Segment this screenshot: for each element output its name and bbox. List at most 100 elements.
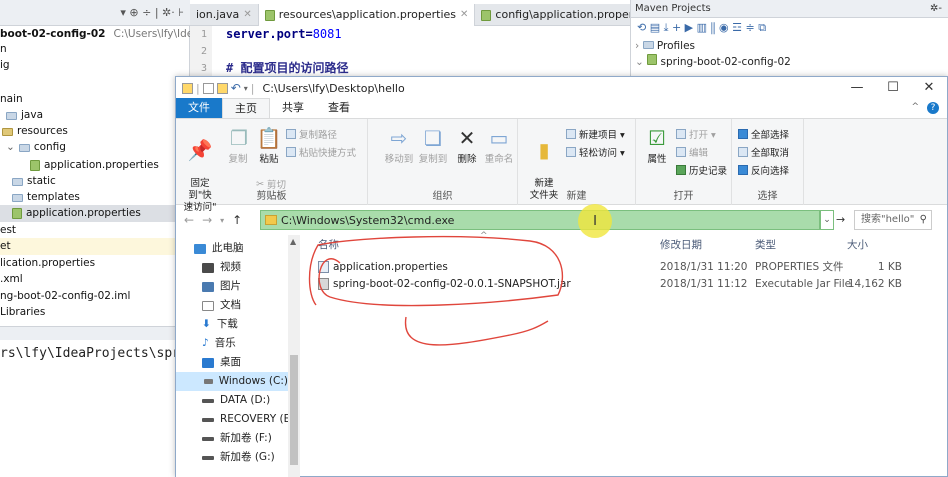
tree-item[interactable]: ⌄ config	[6, 139, 66, 156]
terminal-output[interactable]: rs\lfy\IdeaProjects\sprin	[0, 340, 175, 477]
folder-icon	[6, 111, 17, 120]
help-icon[interactable]: ?	[927, 102, 939, 114]
minimize-button[interactable]: —	[839, 77, 875, 99]
edit-button[interactable]: 编辑	[676, 145, 708, 159]
tree-item[interactable]: application.properties	[30, 157, 159, 174]
nav-item-volume-g[interactable]: 新加卷 (G:)	[202, 448, 275, 467]
nav-item-pictures[interactable]: 图片	[202, 277, 241, 296]
ribbon-collapse-icon[interactable]: ^	[911, 102, 919, 112]
nav-item-music[interactable]: ♪ 音乐	[202, 334, 236, 353]
tree-item-selected[interactable]: application.properties	[0, 205, 190, 222]
address-bar[interactable]: C:\Windows\System32\cmd.exe	[260, 210, 820, 230]
back-arrow-icon[interactable]: ←	[184, 213, 194, 227]
tree-item[interactable]: et	[0, 238, 190, 255]
copy-path-button[interactable]: 复制路径	[286, 127, 337, 141]
scroll-thumb[interactable]	[290, 355, 298, 465]
tree-item[interactable]: java	[6, 107, 43, 124]
invert-selection-button[interactable]: 反向选择	[738, 163, 789, 177]
tree-item[interactable]: ig	[0, 57, 10, 74]
paste-button[interactable]: 📋 粘贴	[256, 125, 282, 166]
properties-icon[interactable]	[202, 82, 214, 94]
maven-profiles[interactable]: › Profiles	[631, 38, 948, 54]
copy-button[interactable]: ❐ 复制	[226, 125, 250, 166]
column-header-type[interactable]: 类型	[755, 235, 776, 255]
scroll-up-icon[interactable]: ▲	[290, 237, 296, 246]
nav-item-windows-c[interactable]: Windows (C:)	[176, 372, 288, 391]
nav-item-videos[interactable]: 视频	[202, 258, 241, 277]
paste-shortcut-button[interactable]: 粘贴快捷方式	[286, 145, 356, 159]
undo-icon[interactable]: ↶	[231, 81, 241, 95]
tab-file[interactable]: 文件	[176, 98, 222, 118]
select-all-button[interactable]: 全部选择	[738, 127, 789, 141]
tree-item[interactable]: n	[0, 41, 7, 58]
tree-item[interactable]: nain	[0, 91, 23, 108]
properties-button[interactable]: ☑ 属性	[644, 125, 670, 166]
recent-chevron-icon[interactable]: ▾	[220, 216, 224, 225]
nav-item-this-pc[interactable]: 此电脑	[194, 239, 244, 258]
title-bar[interactable]: | ↶ ▾ | C:\Users\lfy\Desktop\hello — ☐ ✕	[176, 77, 947, 99]
up-arrow-icon[interactable]: ↑	[232, 213, 242, 227]
drive-icon	[202, 436, 214, 441]
column-header-size[interactable]: 大小	[847, 235, 868, 255]
chevron-down-icon[interactable]: ▾	[244, 84, 248, 93]
close-icon[interactable]: ✕	[460, 4, 468, 26]
rename-icon: ▭	[489, 126, 509, 150]
group-label: 剪贴板	[256, 191, 287, 202]
select-group: 全部选择 全部取消 反向选择 选择	[732, 119, 804, 205]
editor-tabs: ion.java ✕ resources\application.properti…	[190, 4, 702, 26]
ribbon: 📌 固定到"快 速访问" ❐ 复制 📋 粘贴 复制路径 粘贴快捷方式 ✂ 剪切 剪…	[176, 119, 947, 213]
tree-item[interactable]: est	[0, 222, 16, 239]
open-button[interactable]: 打开 ▾	[676, 127, 716, 141]
nav-item-data-d[interactable]: DATA (D:)	[202, 391, 270, 410]
maven-toolbar[interactable]: ⟲ ▤ ⤓ + ▶ ▥ ⫼ ◉ ☲ ≑ ⧉	[631, 18, 948, 38]
tree-item[interactable]: lication.properties	[0, 255, 95, 272]
history-button[interactable]: 历史记录	[676, 163, 727, 177]
copy-to-button[interactable]: ❏ 复制到	[416, 125, 450, 166]
nav-item-desktop[interactable]: 桌面	[202, 353, 241, 372]
history-icon	[676, 165, 686, 175]
folder-icon	[12, 177, 23, 186]
nav-item-volume-f[interactable]: 新加卷 (F:)	[202, 429, 272, 448]
move-to-button[interactable]: ⇨ 移动到	[382, 125, 416, 166]
code-editor[interactable]: 1 2 3 server.port=8081 # 配置项目的访问路径	[190, 26, 630, 76]
column-header-date[interactable]: 修改日期	[660, 235, 702, 255]
easy-access-button[interactable]: 轻松访问 ▾	[566, 145, 625, 159]
tree-item[interactable]: static	[12, 173, 56, 190]
go-arrow-icon[interactable]: →	[836, 213, 845, 226]
easy-access-icon	[566, 147, 576, 157]
copy-icon: ❐	[230, 126, 248, 150]
close-button[interactable]: ✕	[911, 77, 947, 99]
nav-scrollbar[interactable]: ▲	[288, 235, 300, 477]
tab-view[interactable]: 查看	[316, 98, 362, 118]
nav-item-documents[interactable]: 文档	[202, 296, 241, 315]
address-dropdown-icon[interactable]: ⌄	[820, 210, 834, 230]
tree-item[interactable]: .xml	[0, 271, 23, 288]
drive-icon	[202, 417, 214, 422]
drive-icon	[202, 455, 214, 460]
close-icon[interactable]: ✕	[243, 4, 251, 26]
tab-share[interactable]: 共享	[270, 98, 316, 118]
maven-project[interactable]: ⌄ spring-boot-02-config-02	[631, 54, 948, 70]
tree-item[interactable]: ng-boot-02-config-02.iml	[0, 288, 130, 305]
delete-button[interactable]: ✕ 删除	[454, 125, 480, 166]
nav-item-downloads[interactable]: ⬇ 下载	[202, 315, 238, 334]
invert-selection-icon	[738, 165, 748, 175]
search-input[interactable]: 搜索"hello" ⚲	[854, 210, 932, 230]
navigation-bar: ← → ▾ ↑ C:\Windows\System32\cmd.exe ⌄ → …	[176, 205, 947, 235]
nav-item-recovery-e[interactable]: RECOVERY (E:)	[202, 410, 298, 429]
paste-shortcut-icon	[286, 147, 296, 157]
new-folder-icon[interactable]	[216, 82, 228, 94]
new-item-button[interactable]: 新建项目 ▾	[566, 127, 625, 141]
tab-home[interactable]: 主页	[222, 98, 270, 118]
tree-item[interactable]: resources	[2, 123, 68, 140]
open-group: ☑ 属性 打开 ▾ 编辑 历史记录 打开	[636, 119, 732, 205]
tab-java[interactable]: ion.java ✕	[190, 4, 259, 26]
tree-item[interactable]: templates	[12, 189, 80, 206]
rename-button[interactable]: ▭ 重命名	[482, 125, 516, 166]
gear-icon[interactable]: ✲-	[930, 0, 942, 18]
tree-item[interactable]: Libraries	[0, 304, 45, 321]
select-none-button[interactable]: 全部取消	[738, 145, 789, 159]
forward-arrow-icon[interactable]: →	[202, 213, 212, 227]
tab-resources-properties[interactable]: resources\application.properties ✕	[258, 4, 476, 26]
maximize-button[interactable]: ☐	[875, 77, 911, 99]
